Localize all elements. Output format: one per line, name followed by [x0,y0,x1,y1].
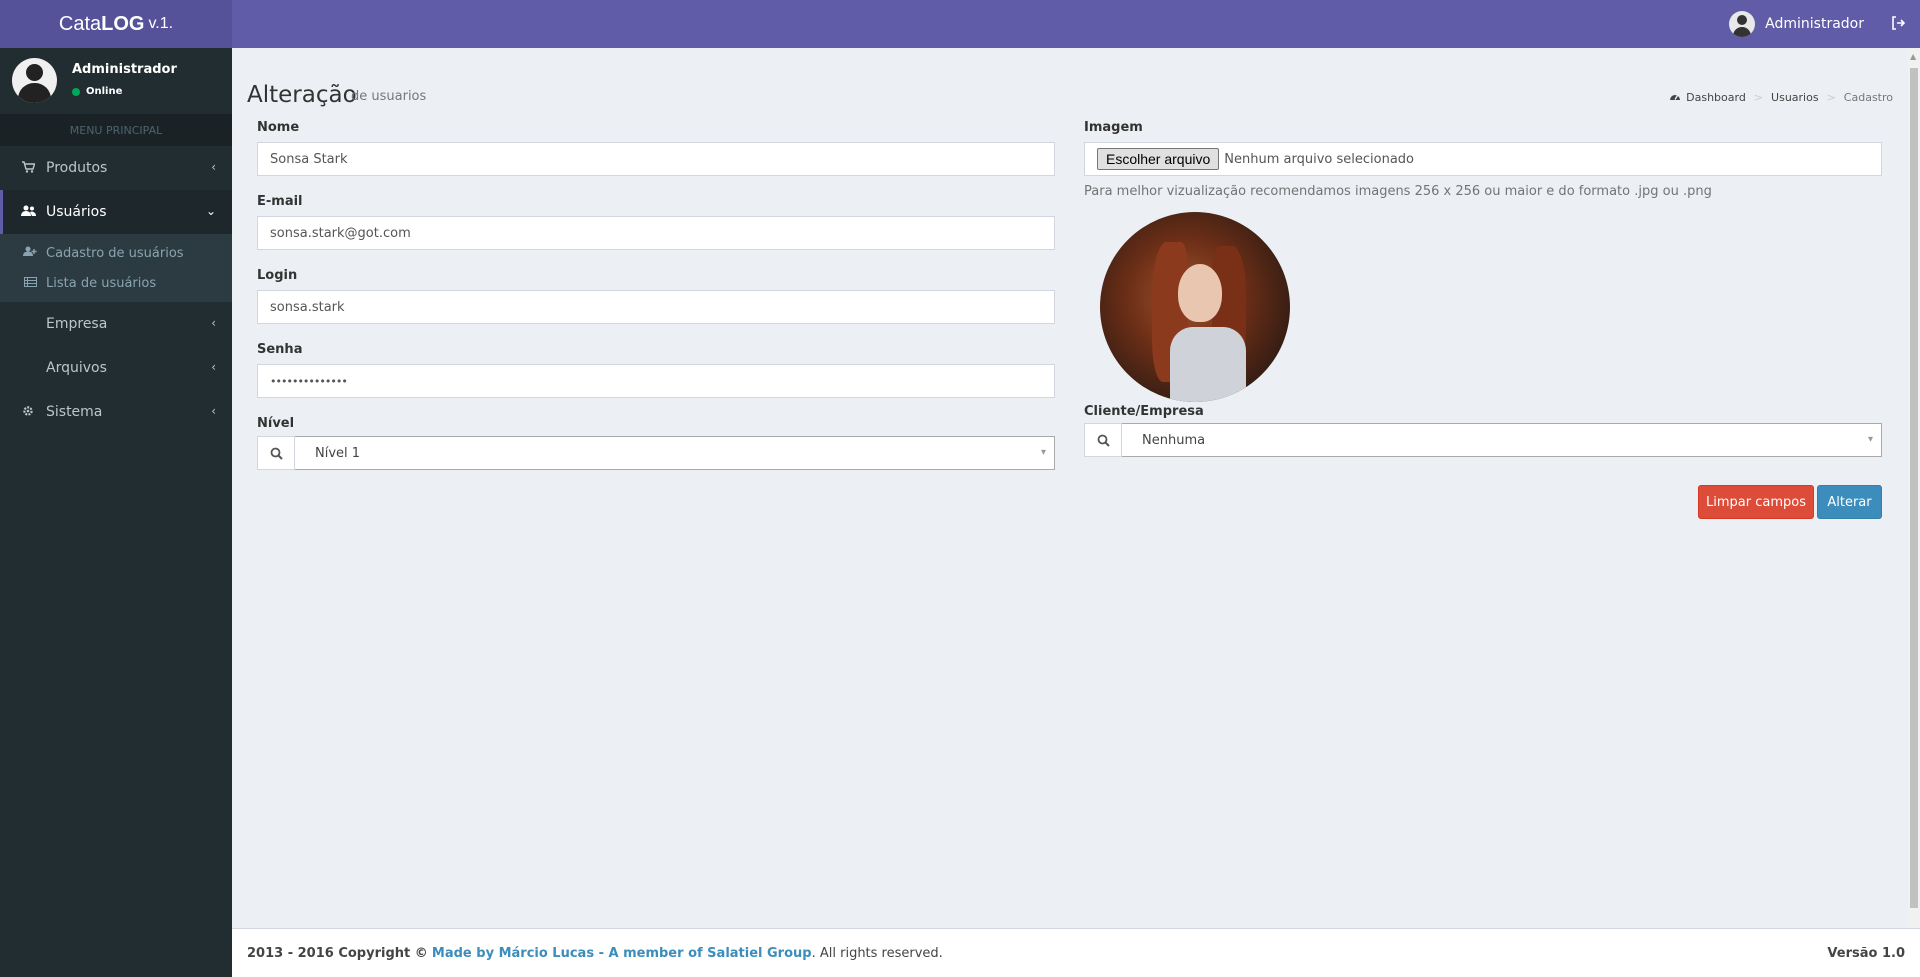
sidebar-item-arquivos[interactable]: Arquivos ‹ [0,346,232,390]
imagem-file-input[interactable]: Escolher arquivo Nenhum arquivo selecion… [1084,142,1882,176]
sidebar-item-label: Empresa [46,316,108,332]
footer-version: Versão 1.0 [1827,945,1905,961]
breadcrumb-usuarios[interactable]: Usuarios [1771,91,1819,104]
search-icon [257,436,295,470]
logout-icon[interactable] [1888,13,1908,33]
login-field[interactable]: sonsa.stark [257,290,1055,324]
sidebar-item-usuarios[interactable]: Usuários ⌄ [0,190,232,234]
user-photo [1100,212,1290,402]
status-text: Online [86,86,123,97]
gear-icon [20,405,36,420]
login-label: Login [257,268,298,283]
chevron-left-icon: ‹ [211,316,216,330]
online-dot-icon [72,87,80,96]
chevron-down-icon: ⌄ [205,204,216,218]
cliente-select-value[interactable]: Nenhuma ▾ [1122,423,1882,457]
breadcrumb: Dashboard > Usuarios > Cadastro [1669,91,1893,104]
cart-icon [20,160,36,176]
sidebar-item-empresa[interactable]: Empresa ‹ [0,302,232,346]
page-title: Alteração [247,82,357,108]
logo-light: Cata [58,12,102,35]
email-label: E-mail [257,194,303,209]
sidebar-item-label: Usuários [46,204,107,220]
list-icon [22,276,38,290]
nome-label: Nome [257,120,300,135]
sidebar: Administrador Online MENU PRINCIPAL Prod… [0,48,232,977]
sidebar-item-label: Sistema [46,404,103,420]
dashboard-icon [1669,91,1681,104]
nivel-selected: Nível 1 [315,445,361,461]
top-navbar: Cata LOG v.1. Administrador [0,0,1920,48]
sidebar-item-label: Arquivos [46,360,107,376]
search-icon [1084,423,1122,457]
imagem-help-text: Para melhor vizualização recomendamos im… [1084,184,1712,199]
nome-field[interactable]: Sonsa Stark [257,142,1055,176]
breadcrumb-current: Cadastro [1843,91,1893,104]
breadcrumb-separator: > [1826,91,1836,104]
footer-copyright: 2013 - 2016 Copyright © [247,945,428,961]
page-scrollbar[interactable]: ▲ [1908,48,1920,928]
user-plus-icon [22,246,38,260]
clear-fields-button[interactable]: Limpar campos [1698,485,1814,519]
status-badge: Online [72,86,122,97]
imagem-label: Imagem [1084,120,1143,135]
chevron-left-icon: ‹ [211,404,216,418]
cliente-select[interactable]: Nenhuma ▾ [1084,423,1882,457]
users-icon [20,205,36,220]
cliente-selected: Nenhuma [1142,432,1206,448]
page-subtitle: de usuarios [351,89,427,104]
sidebar-item-label: Produtos [46,160,108,176]
sidebar-user-name: Administrador [72,62,177,77]
menu-header: MENU PRINCIPAL [0,114,232,146]
cliente-label: Cliente/Empresa [1084,404,1204,419]
logo[interactable]: Cata LOG v.1. [0,0,232,48]
scrollbar-thumb[interactable] [1910,68,1918,908]
email-field[interactable]: sonsa.stark@got.com [257,216,1055,250]
chevron-left-icon: ‹ [211,160,216,174]
dropdown-arrow-icon: ▾ [1867,434,1873,445]
footer: 2013 - 2016 Copyright © Made by Márcio L… [232,928,1920,977]
nivel-select-value[interactable]: Nível 1 ▾ [295,436,1055,470]
dropdown-arrow-icon: ▾ [1040,447,1046,458]
logo-bold: LOG [101,12,145,35]
scroll-up-icon[interactable]: ▲ [1910,52,1916,61]
breadcrumb-separator: > [1753,91,1764,104]
header-user-name: Administrador [1765,16,1864,32]
sidebar-subitem-cadastro[interactable]: Cadastro de usuários [0,238,232,268]
file-status: Nenhum arquivo selecionado [1224,151,1414,167]
footer-link[interactable]: Made by Márcio Lucas - A member of Salat… [432,946,812,961]
header-avatar [1729,11,1756,37]
breadcrumb-dashboard[interactable]: Dashboard [1686,91,1746,104]
sidebar-subitem-label: Lista de usuários [46,275,157,291]
chevron-left-icon: ‹ [211,360,216,374]
submenu-usuarios: Cadastro de usuários Lista de usuários [0,234,232,302]
nivel-select[interactable]: Nível 1 ▾ [257,436,1055,470]
sidebar-subitem-label: Cadastro de usuários [46,245,184,261]
submit-button[interactable]: Alterar [1817,485,1882,519]
choose-file-button[interactable]: Escolher arquivo [1097,148,1220,170]
main-content: Alteração de usuarios Dashboard > Usuari… [232,48,1908,928]
logo-version: v.1. [148,15,174,32]
nivel-label: Nível [257,416,295,431]
footer-rights: . All rights reserved. [811,945,943,961]
senha-label: Senha [257,342,303,357]
senha-field[interactable]: •••••••••••••• [257,364,1055,398]
sidebar-item-produtos[interactable]: Produtos ‹ [0,146,232,190]
header-user-menu[interactable]: Administrador [1729,0,1864,48]
sidebar-subitem-lista[interactable]: Lista de usuários [0,268,232,298]
user-panel: Administrador Online [0,48,232,114]
sidebar-avatar [12,58,57,103]
sidebar-item-sistema[interactable]: Sistema ‹ [0,390,232,434]
